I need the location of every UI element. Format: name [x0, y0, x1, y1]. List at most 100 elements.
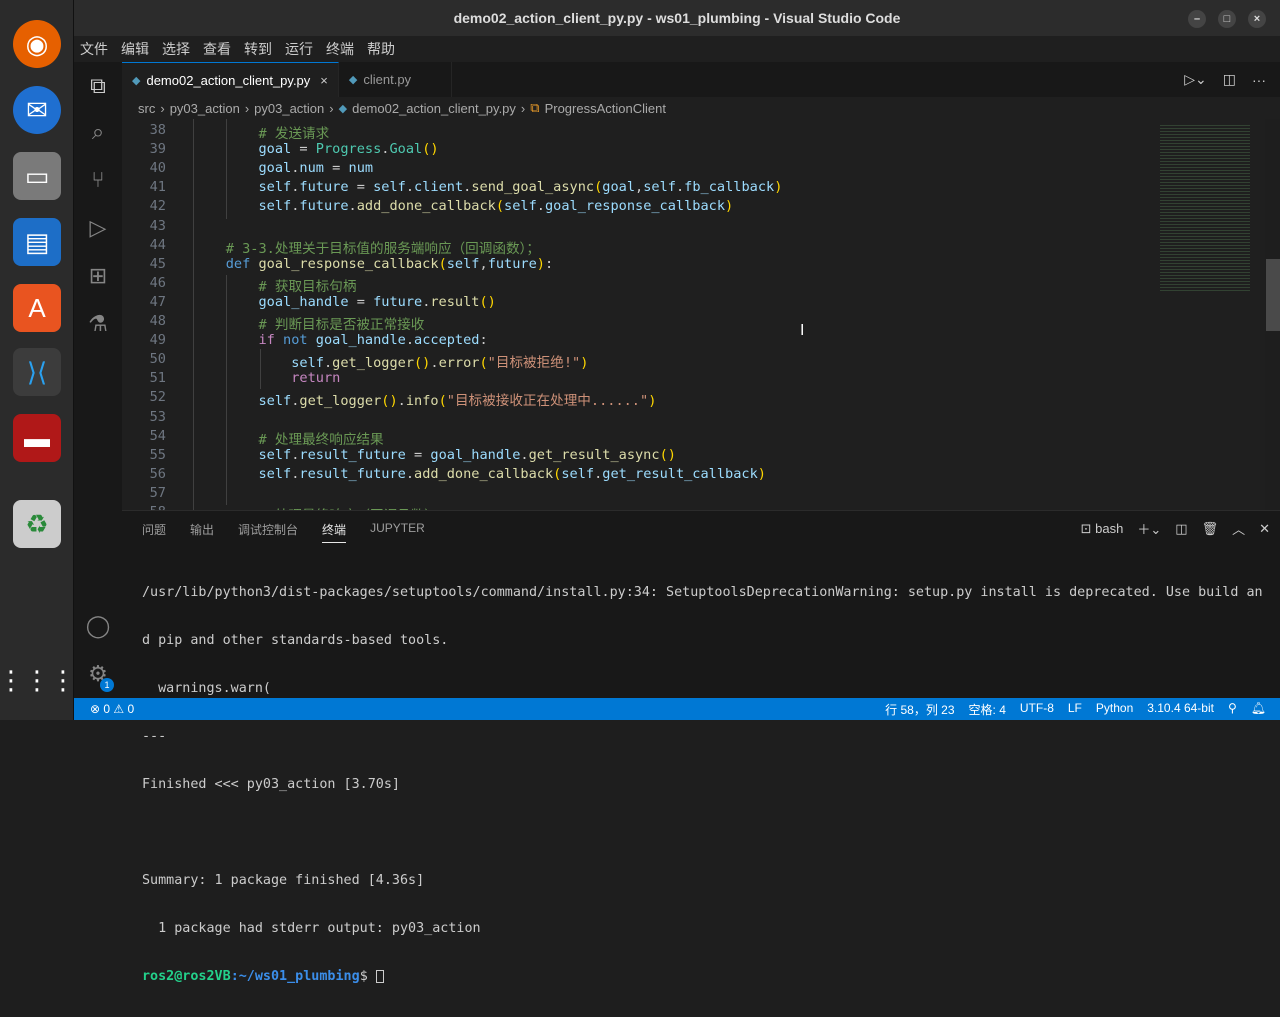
feedback-icon[interactable]: ⚲: [1228, 701, 1237, 718]
shell-name: bash: [1095, 520, 1124, 536]
run-debug-icon[interactable]: ▷: [74, 206, 122, 250]
code-token: self: [258, 465, 292, 482]
terminal-shell-selector[interactable]: ⊡ bash: [1081, 521, 1124, 537]
close-tab-icon[interactable]: ×: [320, 73, 328, 88]
menu-file[interactable]: 文件: [80, 39, 108, 59]
code-line: # 发送请求: [193, 122, 329, 142]
vscode-icon[interactable]: ⟩⟨: [13, 348, 61, 396]
terminal-output[interactable]: /usr/lib/python3/dist-packages/setuptool…: [142, 553, 1263, 1017]
line-number: 44: [149, 236, 166, 253]
more-actions-icon[interactable]: ···: [1252, 72, 1266, 88]
code-token: .: [536, 198, 545, 215]
menu-run[interactable]: 运行: [285, 39, 313, 59]
tab-demo02-action-client[interactable]: ◆ demo02_action_client_py.py ×: [122, 62, 339, 97]
split-terminal-icon[interactable]: ◫: [1175, 521, 1187, 537]
editor-scrollbar[interactable]: [1266, 259, 1280, 331]
close-panel-icon[interactable]: ✕: [1259, 521, 1270, 537]
explorer-icon[interactable]: ⧉: [74, 64, 122, 108]
account-icon[interactable]: ◯: [74, 604, 122, 648]
code-token: ,: [635, 179, 644, 196]
line-number: 56: [149, 465, 166, 482]
tab-client[interactable]: ◆ client.py: [338, 62, 453, 97]
crumb-file[interactable]: demo02_action_client_py.py: [352, 101, 516, 116]
search-icon[interactable]: ⌕: [74, 110, 122, 154]
close-window-icon[interactable]: ×: [1248, 10, 1266, 28]
cursor-position[interactable]: 行 58，列 23: [885, 701, 954, 718]
menu-terminal[interactable]: 终端: [326, 39, 354, 59]
code-editor[interactable]: 38 # 发送请求 39 goal = Progress.Goal() 40 goa…: [122, 119, 1265, 510]
thunderbird-icon[interactable]: ✉: [13, 86, 61, 134]
line-number: 50: [149, 351, 166, 368]
crumb-src[interactable]: src: [138, 101, 155, 116]
menu-selection[interactable]: 选择: [162, 39, 190, 59]
trash-icon[interactable]: ♻: [13, 500, 61, 548]
line-number: 53: [149, 408, 166, 425]
line-number: 51: [149, 370, 166, 387]
encoding[interactable]: UTF-8: [1020, 701, 1054, 718]
code-token: return: [291, 370, 341, 387]
software-icon[interactable]: A: [13, 284, 61, 332]
app-grid-icon[interactable]: ⋮⋮⋮: [0, 656, 76, 704]
line-number: 40: [149, 160, 166, 177]
terminal-line: Finished <<< py03_action [3.70s]: [142, 777, 400, 792]
crumb-class[interactable]: ProgressActionClient: [545, 101, 666, 116]
language-mode[interactable]: Python: [1096, 701, 1133, 718]
terminal-line: ---: [142, 729, 167, 744]
crumb-package[interactable]: py03_action: [170, 101, 240, 116]
code-token: goal_response_callback: [258, 255, 439, 272]
panel-tab-terminal[interactable]: 终端: [322, 521, 347, 543]
code-token: ): [580, 355, 589, 372]
run-file-icon[interactable]: ▷⌄: [1184, 71, 1207, 88]
terminal-app-icon[interactable]: ▬: [13, 414, 61, 462]
python-interpreter[interactable]: 3.10.4 64-bit: [1147, 701, 1214, 718]
menu-go[interactable]: 转到: [244, 39, 272, 59]
python-file-icon: ◆: [338, 102, 348, 115]
terminal-line: 1 package had stderr output: py03_action: [142, 921, 481, 936]
maximize-panel-icon[interactable]: ︿: [1232, 519, 1245, 538]
code-token: add_done_callback: [356, 198, 496, 215]
files-icon[interactable]: ▭: [13, 152, 61, 200]
code-token: get_result_callback: [602, 465, 758, 482]
code-line: goal = Progress.Goal(): [193, 141, 438, 158]
crumb-module[interactable]: py03_action: [254, 101, 324, 116]
code-token: goal_handle: [315, 332, 406, 349]
extensions-icon[interactable]: ⊞: [74, 254, 122, 298]
code-token: result_future: [299, 446, 406, 463]
menu-view[interactable]: 查看: [203, 39, 231, 59]
terminal-line: Summary: 1 package finished [4.36s]: [142, 873, 425, 888]
split-editor-icon[interactable]: ◫: [1223, 71, 1236, 88]
menu-help[interactable]: 帮助: [367, 39, 395, 59]
writer-icon[interactable]: ▤: [13, 218, 61, 266]
indentation[interactable]: 空格: 4: [969, 701, 1006, 718]
notifications-bell-icon[interactable]: 🔔︎: [1251, 701, 1266, 718]
source-control-icon[interactable]: ⑂: [74, 158, 122, 202]
minimize-icon[interactable]: –: [1188, 10, 1206, 28]
code-token: :: [479, 332, 488, 349]
terminal-line: d pip and other standards-based tools.: [142, 633, 449, 648]
code-token: get_logger: [299, 393, 382, 410]
problems-status[interactable]: ⊗ 0 ⚠ 0: [74, 702, 134, 716]
line-ending[interactable]: LF: [1068, 701, 1082, 718]
kill-terminal-icon[interactable]: 🗑: [1202, 521, 1219, 537]
panel-tab-jupyter[interactable]: JUPYTER: [370, 521, 425, 543]
panel-tab-output[interactable]: 输出: [190, 521, 214, 543]
firefox-icon[interactable]: ◉: [13, 20, 61, 68]
minimap[interactable]: [1150, 119, 1265, 510]
panel-tab-debug-console[interactable]: 调试控制台: [238, 521, 298, 543]
code-token: ): [725, 198, 734, 215]
bottom-panel: 问题 输出 调试控制台 终端 JUPYTER ⊡ bash ＋⌄ ◫ 🗑 ︿ ✕…: [122, 510, 1280, 984]
new-terminal-icon[interactable]: ＋⌄: [1137, 519, 1161, 538]
code-token: Goal: [389, 141, 423, 158]
testing-icon[interactable]: ⚗: [74, 302, 122, 346]
line-number: 38: [149, 122, 166, 138]
panel-tab-problems[interactable]: 问题: [142, 521, 166, 543]
code-token: goal_response_callback: [544, 198, 726, 215]
maximize-icon[interactable]: □: [1218, 10, 1236, 28]
menu-edit[interactable]: 编辑: [121, 39, 149, 59]
manage-gear-icon[interactable]: ⚙ 1: [74, 652, 122, 696]
